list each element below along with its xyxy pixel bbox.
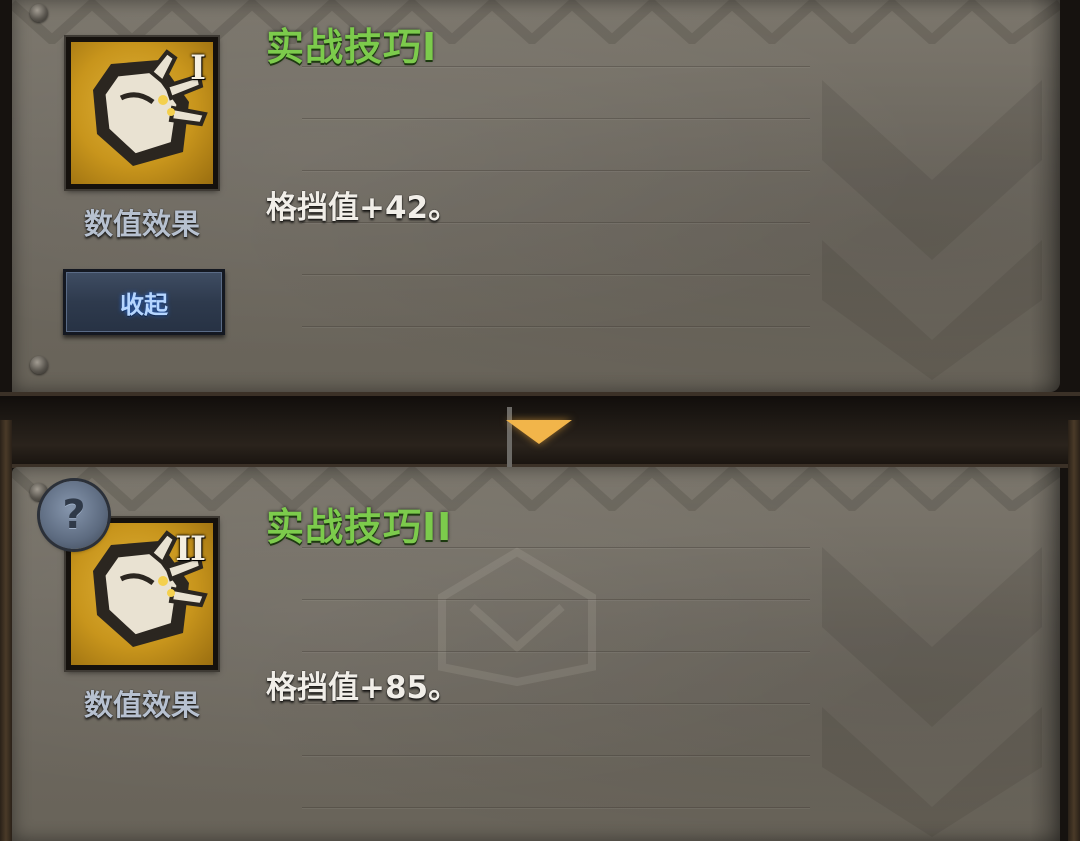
question-icon: ? (62, 492, 86, 538)
frame-rail-left (0, 420, 12, 841)
frame-rail-right (1068, 420, 1080, 841)
skill-detail-screen: I 数值效果 实战技巧I 格挡值+42。 收起 II ? 数值效果 实战技巧II… (0, 0, 1080, 841)
skill-title: 实战技巧II (266, 505, 453, 549)
help-button[interactable]: ? (40, 481, 108, 549)
nail-decoration (30, 4, 48, 22)
skill-description: 格挡值+42。 (266, 190, 460, 226)
compass-watermark (822, 547, 1042, 837)
nail-decoration (30, 356, 48, 374)
effect-label: 数值效果 (83, 688, 200, 722)
compass-watermark (822, 80, 1042, 380)
skill-title: 实战技巧I (266, 25, 438, 69)
collapse-button[interactable]: 收起 (63, 269, 225, 335)
skill-rank-numeral: II (175, 529, 206, 569)
skill-description: 格挡值+85。 (266, 670, 460, 706)
skill-icon-1[interactable]: I (66, 37, 218, 189)
skill-rank-numeral: I (190, 48, 206, 88)
zigzag-border-decoration (12, 467, 1060, 511)
effect-label: 数值效果 (83, 207, 200, 241)
arrow-down-icon[interactable] (506, 420, 572, 444)
collapse-button-label: 收起 (120, 290, 168, 319)
